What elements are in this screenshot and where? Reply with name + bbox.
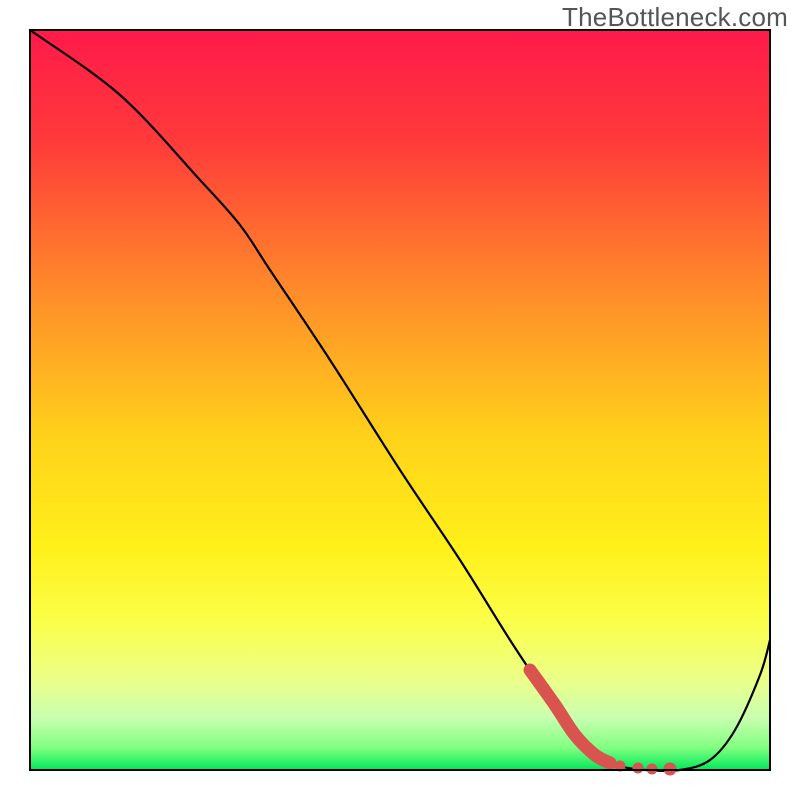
plot-background: [30, 30, 770, 770]
bottleneck-chart: [0, 0, 800, 800]
chart-container: TheBottleneck.com: [0, 0, 800, 800]
watermark-text: TheBottleneck.com: [562, 2, 788, 33]
highlight-dot: [633, 763, 644, 774]
